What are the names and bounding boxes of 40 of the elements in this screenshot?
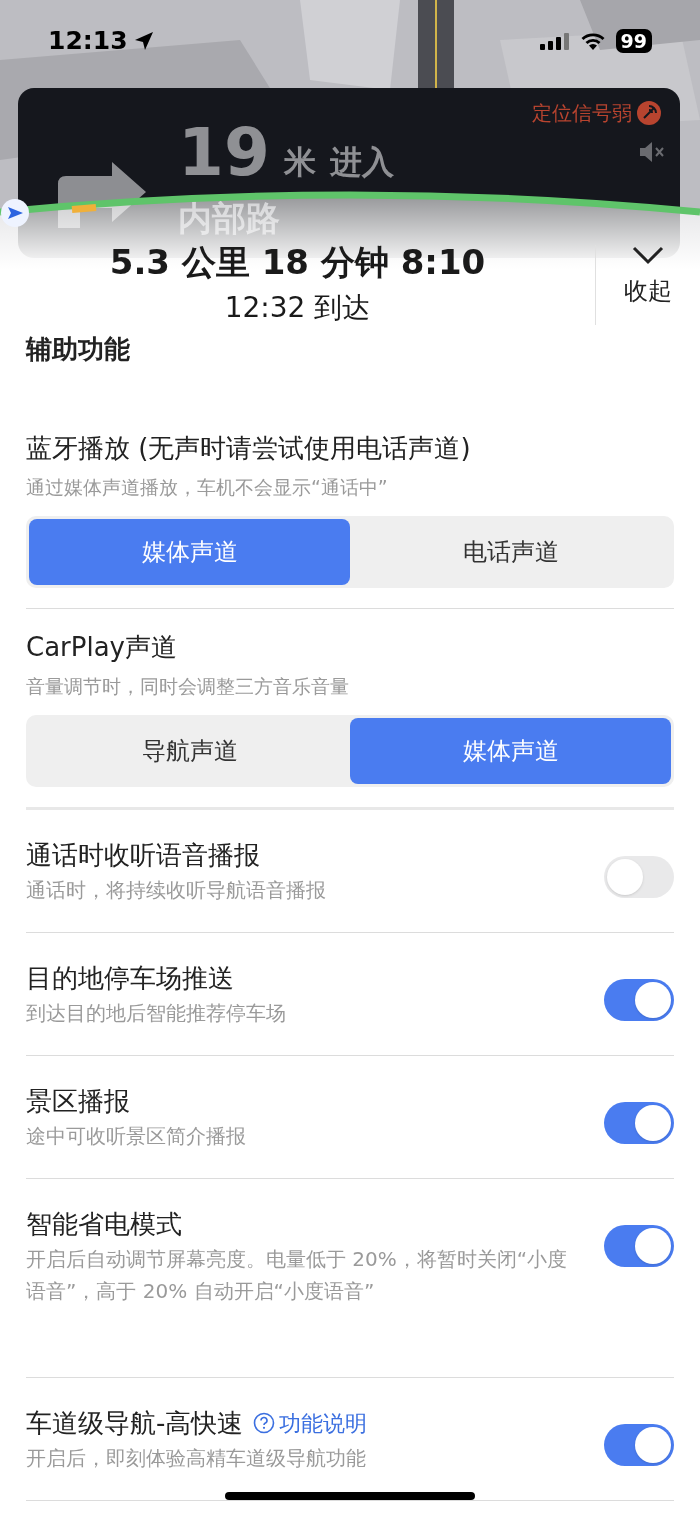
toggle-switch[interactable] (604, 1225, 674, 1267)
toggle-switch[interactable] (604, 856, 674, 898)
status-time: 12:13 (48, 25, 128, 57)
setting-subtitle: 通过媒体声道播放，车机不会显示“通话中” (26, 475, 389, 500)
distance-unit: 米 (283, 142, 316, 183)
chevron-down-icon (632, 245, 664, 265)
setting-subtitle: 开启后，即刻体验高精车道级导航功能 (26, 1445, 367, 1472)
car-position-icon (0, 198, 30, 228)
setting-title: 通话时收听语音播报 (26, 839, 260, 872)
weak-signal-icon (636, 100, 662, 126)
mute-icon[interactable] (638, 140, 666, 164)
turn-distance: 19 (178, 118, 270, 188)
segment-option[interactable]: 导航声道 (29, 718, 350, 784)
setting-title: 蓝牙播放 (无声时请尝试使用电话声道) (26, 432, 472, 465)
setting-subtitle: 音量调节时，同时会调整三方音乐音量 (26, 674, 350, 699)
setting-subtitle: 开启后自动调节屏幕亮度。电量低于 20%，将暂时关闭“小度语音”，高于 20% 自动开启“小度语音” (26, 1246, 569, 1305)
toggle-switch[interactable] (604, 1424, 674, 1466)
setting-title: 目的地停车场推送 (26, 962, 234, 995)
segment-option[interactable]: 媒体声道 (29, 519, 350, 585)
segment-option[interactable]: 媒体声道 (350, 718, 671, 784)
setting-title: 景区播报 (26, 1085, 130, 1118)
signal-icon (539, 30, 570, 51)
turn-action: 进入 (329, 142, 394, 183)
help-icon (253, 1412, 276, 1434)
setting-subtitle: 通话时，将持续收听导航语音播报 (26, 877, 327, 904)
toggle-switch[interactable] (604, 979, 674, 1021)
trip-summary: 5.3 公里 18 分钟 8:10 (109, 241, 486, 284)
toggle-switch[interactable] (604, 1102, 674, 1144)
segment-option[interactable]: 电话声道 (350, 519, 671, 585)
section-heading: 辅助功能 (24, 333, 131, 366)
arrival-time: 12:32 到达 (224, 290, 371, 326)
setting-title: 车道级导航-高快速 (26, 1407, 244, 1440)
collapse-button[interactable]: 收起 (595, 245, 700, 325)
signal-warning: 定位信号弱 (532, 100, 632, 127)
setting-subtitle: 到达目的地后智能推荐停车场 (26, 1000, 287, 1027)
setting-subtitle: 途中可收听景区简介播报 (26, 1123, 247, 1150)
help-link[interactable]: 功能说明 (253, 1406, 368, 1440)
setting-title: 智能省电模式 (26, 1208, 182, 1241)
setting-title: CarPlay声道 (26, 631, 178, 664)
location-arrow-icon (133, 30, 154, 51)
